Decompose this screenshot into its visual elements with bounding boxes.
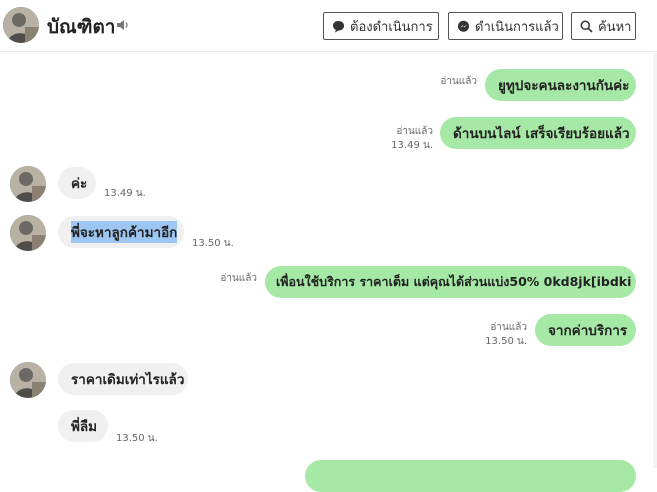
message-bubble[interactable]: ด้านบนไลน์ เสร็จเรียบร้อยแล้ว xyxy=(440,117,636,149)
read-receipt: อ่านแล้ว xyxy=(490,322,527,333)
speaker-icon[interactable] xyxy=(116,18,130,32)
message-bubble[interactable]: ค่ะ xyxy=(58,167,96,199)
sender-avatar[interactable] xyxy=(10,362,46,398)
message-text: ยูทูปจะคนละงานกันค่ะ xyxy=(498,78,630,94)
search-button-label: ค้นหา xyxy=(598,19,632,35)
sender-avatar[interactable] xyxy=(10,215,46,251)
messenger-icon xyxy=(458,20,469,32)
read-receipt: อ่านแล้ว xyxy=(440,76,477,87)
message-bubble[interactable]: พี่จะหาลูกค้ามาอีก xyxy=(58,216,184,248)
message-time: 13.49 น. xyxy=(391,140,433,151)
message-text: พี่จะหาลูกค้ามาอีก xyxy=(71,221,178,243)
message-text: ราคาเดิมเท่าไรแล้ว xyxy=(71,372,185,388)
message-bubble[interactable]: ยูทูปจะคนละงานกันค่ะ xyxy=(485,69,636,101)
search-icon xyxy=(580,20,593,33)
message-bubble-partial[interactable] xyxy=(305,460,636,492)
message-text: พี่ลืม xyxy=(71,419,98,435)
sender-avatar[interactable] xyxy=(10,166,46,202)
done-button-label: ดำเนินการแล้ว xyxy=(475,19,559,35)
message-time: 13.50 น. xyxy=(485,336,527,347)
message-text: ค่ะ xyxy=(71,176,88,192)
message-time: 13.49 น. xyxy=(104,188,146,199)
read-receipt: อ่านแล้ว xyxy=(396,126,433,137)
chat-area[interactable] xyxy=(0,53,657,468)
message-text: เพื่อนใช้บริการ ราคาเต็ม แต่คุณได้ส่วนแบ… xyxy=(276,274,632,289)
chat-bubble-icon xyxy=(333,20,344,32)
message-bubble[interactable]: เพื่อนใช้บริการ ราคาเต็ม แต่คุณได้ส่วนแบ… xyxy=(265,266,636,298)
message-bubble[interactable]: พี่ลืม xyxy=(58,410,108,442)
chat-header: บัณฑิตา ต้องดำเนินการ ดำเนินการแล้ว ค้นห… xyxy=(0,0,657,52)
pending-button[interactable]: ต้องดำเนินการ xyxy=(323,12,439,40)
message-time: 13.50 น. xyxy=(192,238,234,249)
contact-name: บัณฑิตา xyxy=(47,16,116,38)
read-receipt: อ่านแล้ว xyxy=(220,273,257,284)
contact-avatar[interactable] xyxy=(3,7,39,43)
message-bubble[interactable]: จากค่าบริการ xyxy=(535,314,636,346)
message-text: ด้านบนไลน์ เสร็จเรียบร้อยแล้ว xyxy=(453,126,630,142)
message-bubble[interactable]: ราคาเดิมเท่าไรแล้ว xyxy=(58,363,188,395)
chat-scrollbar[interactable] xyxy=(653,53,657,468)
done-button[interactable]: ดำเนินการแล้ว xyxy=(448,12,563,40)
message-text: จากค่าบริการ xyxy=(548,323,628,339)
pending-button-label: ต้องดำเนินการ xyxy=(350,19,433,35)
message-time: 13.50 น. xyxy=(116,433,158,444)
search-button[interactable]: ค้นหา xyxy=(571,12,636,40)
